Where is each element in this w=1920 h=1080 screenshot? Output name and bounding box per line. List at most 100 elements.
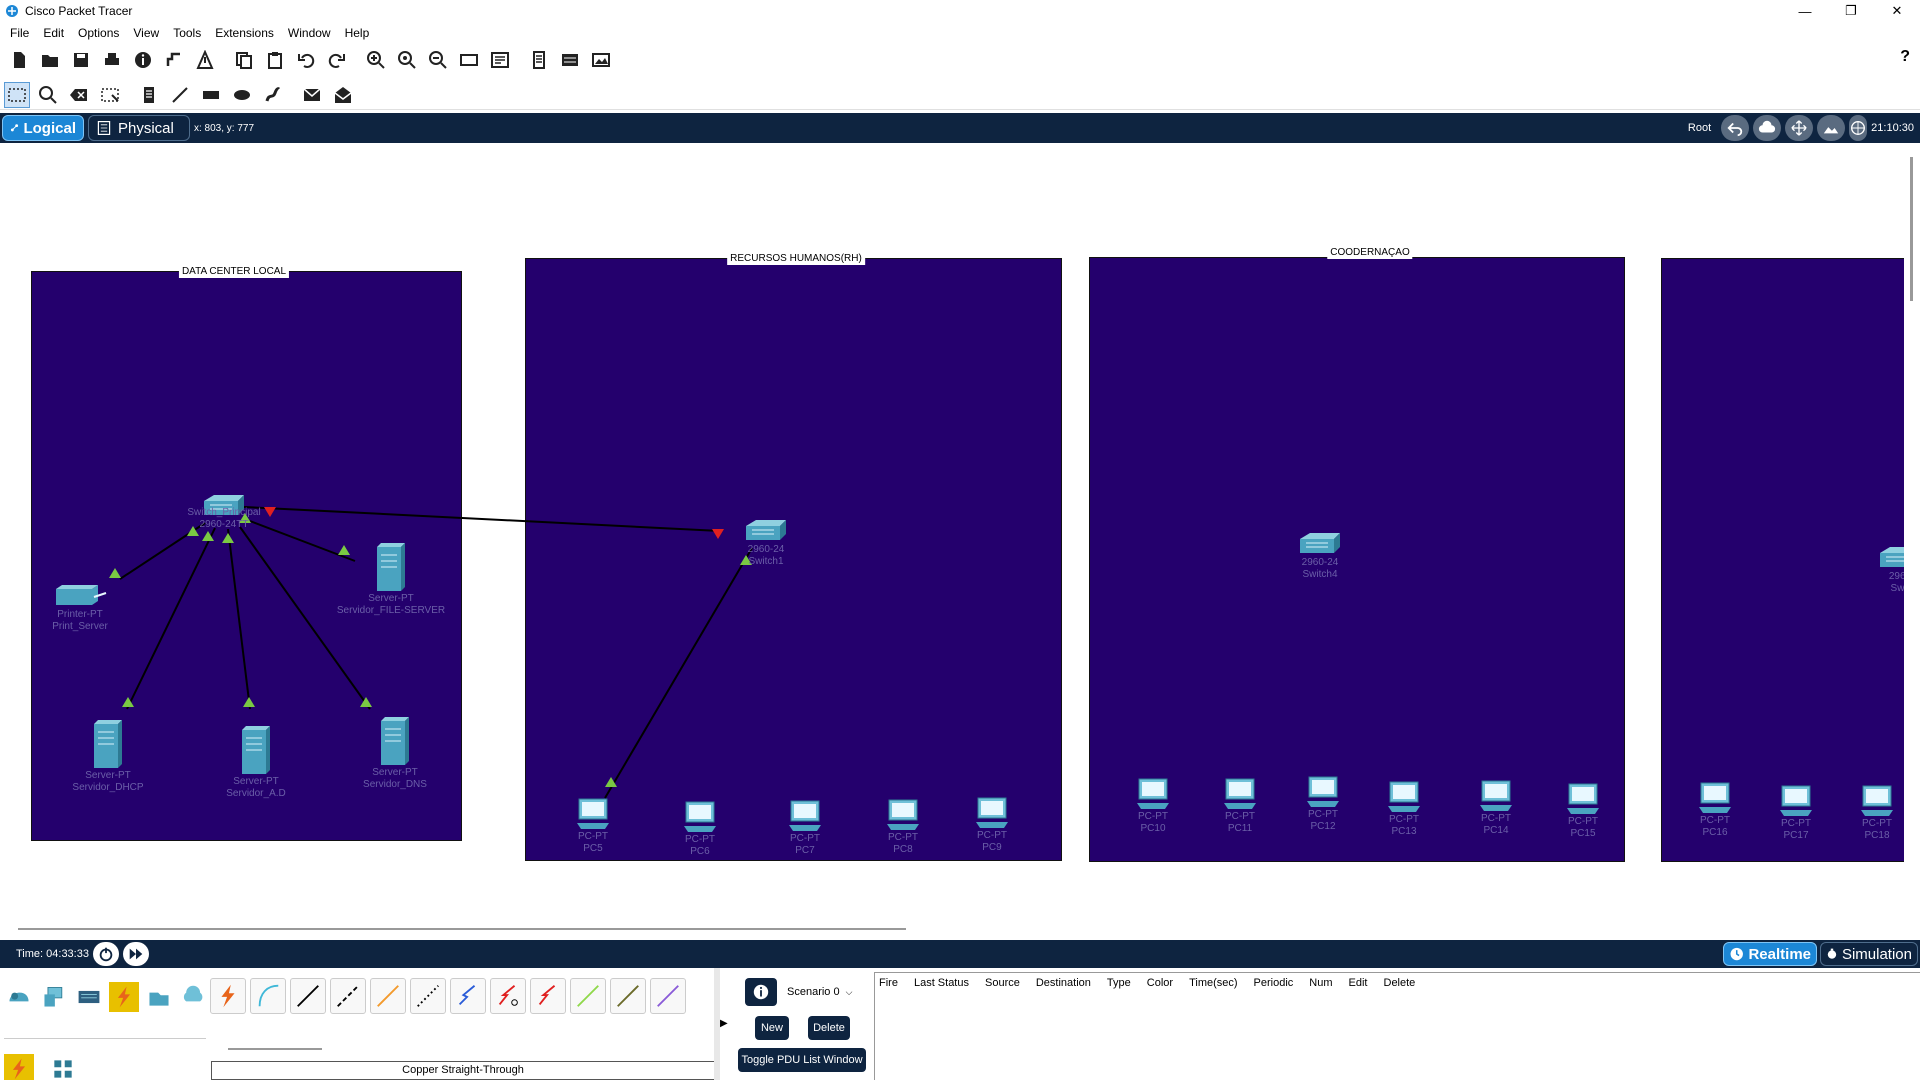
power-cycle-icon[interactable] [92, 942, 119, 966]
zoom-out-icon[interactable] [425, 47, 451, 73]
vertical-scroll-thumb[interactable] [1910, 157, 1913, 301]
menu-extensions[interactable]: Extensions [209, 26, 280, 40]
expand-arrow-icon[interactable]: ▶ [720, 1018, 728, 1029]
connections-sub-icon[interactable] [4, 1054, 34, 1080]
auto-connection-icon[interactable] [210, 978, 246, 1014]
components-icon[interactable] [74, 982, 104, 1012]
pc9[interactable]: PC-PT PC9 [962, 796, 1022, 854]
pc18[interactable]: PC-PT PC18 [1847, 784, 1904, 842]
paste-icon[interactable] [262, 47, 288, 73]
delete-tool-icon[interactable] [66, 82, 92, 108]
pc15[interactable]: PC-PT PC15 [1553, 782, 1613, 840]
vertical-scrollbar[interactable] [1904, 143, 1920, 933]
realtime-button[interactable]: Realtime [1723, 942, 1817, 966]
drawing-palette-icon[interactable] [456, 47, 482, 73]
ellipse-tool-icon[interactable] [229, 82, 255, 108]
undo-icon[interactable] [293, 47, 319, 73]
servidor-dhcp[interactable]: Server-PT Servidor_DHCP [72, 718, 144, 794]
minimize-icon[interactable]: — [1782, 0, 1828, 22]
menu-edit[interactable]: Edit [37, 26, 70, 40]
physical-tab[interactable]: Physical [88, 115, 190, 141]
end-devices-icon[interactable] [39, 982, 69, 1012]
toggle-pdu-list-button[interactable]: Toggle PDU List Window [738, 1048, 866, 1072]
print-server[interactable]: Printer-PT Print_Server [50, 583, 110, 633]
servidor-ad[interactable]: Server-PT Servidor_A.D [226, 724, 286, 800]
copy-icon[interactable] [231, 47, 257, 73]
zoom-in-icon[interactable] [363, 47, 389, 73]
fiber-icon[interactable] [370, 978, 406, 1014]
screenshot-icon[interactable] [588, 47, 614, 73]
pc13[interactable]: PC-PT PC13 [1374, 780, 1434, 838]
device-search-field[interactable] [4, 1023, 206, 1039]
simple-pdu-icon[interactable] [299, 82, 325, 108]
network-devices-icon[interactable] [4, 982, 34, 1012]
logical-tab[interactable]: Logical [2, 115, 84, 141]
complex-pdu-icon[interactable] [330, 82, 356, 108]
copper-straight-through-icon[interactable] [290, 978, 326, 1014]
viewport-icon[interactable] [526, 47, 552, 73]
serial-dce-icon[interactable] [490, 978, 526, 1014]
pc6[interactable]: PC-PT PC6 [670, 800, 730, 858]
switch4[interactable]: 2960-24 Switch4 [1290, 531, 1350, 581]
connections-icon[interactable] [109, 982, 139, 1012]
menu-view[interactable]: View [127, 26, 165, 40]
new-file-icon[interactable] [6, 47, 32, 73]
open-folder-icon[interactable] [37, 47, 63, 73]
viewport-globe-icon[interactable] [1849, 115, 1868, 141]
switch1[interactable]: 2960-24 Switch1 [736, 518, 796, 568]
redo-icon[interactable] [324, 47, 350, 73]
serial-dte-icon[interactable] [530, 978, 566, 1014]
simulation-button[interactable]: Simulation [1820, 942, 1918, 966]
save-icon[interactable] [68, 47, 94, 73]
activity-wizard-icon[interactable] [192, 47, 218, 73]
select-tool-icon[interactable] [4, 81, 30, 108]
inspect-tool-icon[interactable] [35, 82, 61, 108]
miscellaneous-icon[interactable] [144, 982, 174, 1012]
resize-tool-icon[interactable] [97, 82, 123, 108]
switch-right[interactable]: 2960 Swit [1870, 545, 1904, 595]
logical-workspace-canvas[interactable]: DATA CENTER LOCAL RECURSOS HUMANOS(RH) C… [0, 143, 1904, 933]
new-scenario-button[interactable]: New [755, 1016, 789, 1040]
connection-scroll-thumb[interactable] [228, 1048, 322, 1050]
octal-cable-icon[interactable] [570, 978, 606, 1014]
menu-tools[interactable]: Tools [167, 26, 207, 40]
move-object-icon[interactable] [1785, 115, 1814, 141]
freeform-tool-icon[interactable] [260, 82, 286, 108]
close-icon[interactable]: ✕ [1874, 0, 1920, 22]
scenario-select[interactable]: Scenario 0 ⌵ [783, 982, 863, 1002]
print-icon[interactable] [99, 47, 125, 73]
help-icon[interactable]: ? [1900, 48, 1910, 66]
copper-cross-over-icon[interactable] [330, 978, 366, 1014]
iot-custom-cable-icon[interactable] [610, 978, 646, 1014]
menu-window[interactable]: Window [282, 26, 337, 40]
rectangle-tool-icon[interactable] [198, 82, 224, 108]
info-icon[interactable] [130, 47, 156, 73]
delete-scenario-button[interactable]: Delete [808, 1016, 850, 1040]
horizontal-scroll-thumb[interactable] [18, 928, 906, 930]
multiuser-icon[interactable] [179, 982, 209, 1012]
set-background-icon[interactable] [1817, 115, 1846, 141]
menu-options[interactable]: Options [72, 26, 125, 40]
pc7[interactable]: PC-PT PC7 [775, 799, 835, 857]
restore-icon[interactable]: ❐ [1828, 0, 1874, 22]
horizontal-scrollbar[interactable] [0, 925, 1904, 933]
structured-cabling-icon[interactable] [48, 1054, 78, 1080]
phone-cable-icon[interactable] [410, 978, 446, 1014]
servidor-dns[interactable]: Server-PT Servidor_DNS [363, 715, 427, 791]
new-cluster-icon[interactable] [1753, 115, 1782, 141]
usb-cable-icon[interactable] [650, 978, 686, 1014]
zoom-reset-icon[interactable] [394, 47, 420, 73]
back-icon[interactable] [1721, 115, 1750, 141]
pc5[interactable]: PC-PT PC5 [563, 797, 623, 855]
scenario-info-icon[interactable] [745, 978, 777, 1006]
custom-device-icon[interactable] [487, 47, 513, 73]
note-tool-icon[interactable] [136, 82, 162, 108]
coaxial-cable-icon[interactable] [450, 978, 486, 1014]
menu-help[interactable]: Help [339, 26, 376, 40]
fast-forward-icon[interactable] [122, 942, 149, 966]
network-wizard-icon[interactable] [161, 47, 187, 73]
switch-principal[interactable]: 2960-24TT Switch_Principal [187, 493, 261, 530]
console-cable-icon[interactable] [250, 978, 286, 1014]
servidor-file-server[interactable]: Server-PT Servidor_FILE-SERVER [337, 541, 445, 617]
device-template-icon[interactable] [557, 47, 583, 73]
